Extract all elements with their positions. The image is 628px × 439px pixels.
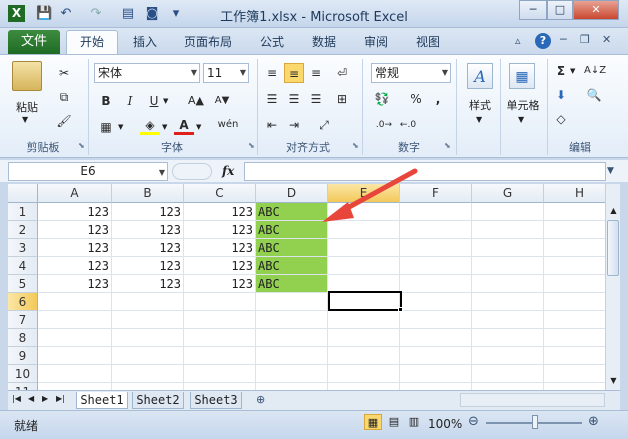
zoom-slider-thumb[interactable]	[532, 415, 538, 429]
scroll-up-icon[interactable]: ▲	[607, 204, 620, 218]
normal-view-icon[interactable]: ▦	[364, 414, 382, 430]
first-sheet-icon[interactable]: |◀	[12, 394, 21, 403]
last-sheet-icon[interactable]: ▶|	[56, 394, 65, 403]
page-break-view-icon[interactable]: ▥	[406, 414, 422, 430]
zoom-level[interactable]: 100%	[428, 417, 462, 431]
sheet-tab-2[interactable]: Sheet2	[132, 392, 184, 409]
next-sheet-icon[interactable]: ▶	[42, 394, 48, 403]
horizontal-scrollbar[interactable]	[460, 393, 605, 407]
insert-sheet-icon[interactable]: ⊕	[256, 393, 265, 406]
annotation-arrow	[322, 168, 418, 222]
vertical-scrollbar[interactable]: ▲ ▼	[605, 184, 620, 390]
zoom-out-icon[interactable]: ⊖	[468, 414, 479, 429]
prev-sheet-icon[interactable]: ◀	[28, 394, 34, 403]
zoom-in-icon[interactable]: ⊕	[588, 414, 599, 429]
status-ready: 就绪	[14, 419, 39, 433]
arrow-shaft	[337, 168, 418, 215]
sheet-tab-3[interactable]: Sheet3	[190, 392, 242, 409]
page-layout-view-icon[interactable]: ▤	[386, 414, 402, 430]
scroll-thumb[interactable]	[607, 220, 619, 276]
scroll-down-icon[interactable]: ▼	[607, 374, 620, 388]
sheet-tab-1[interactable]: Sheet1	[76, 392, 128, 409]
